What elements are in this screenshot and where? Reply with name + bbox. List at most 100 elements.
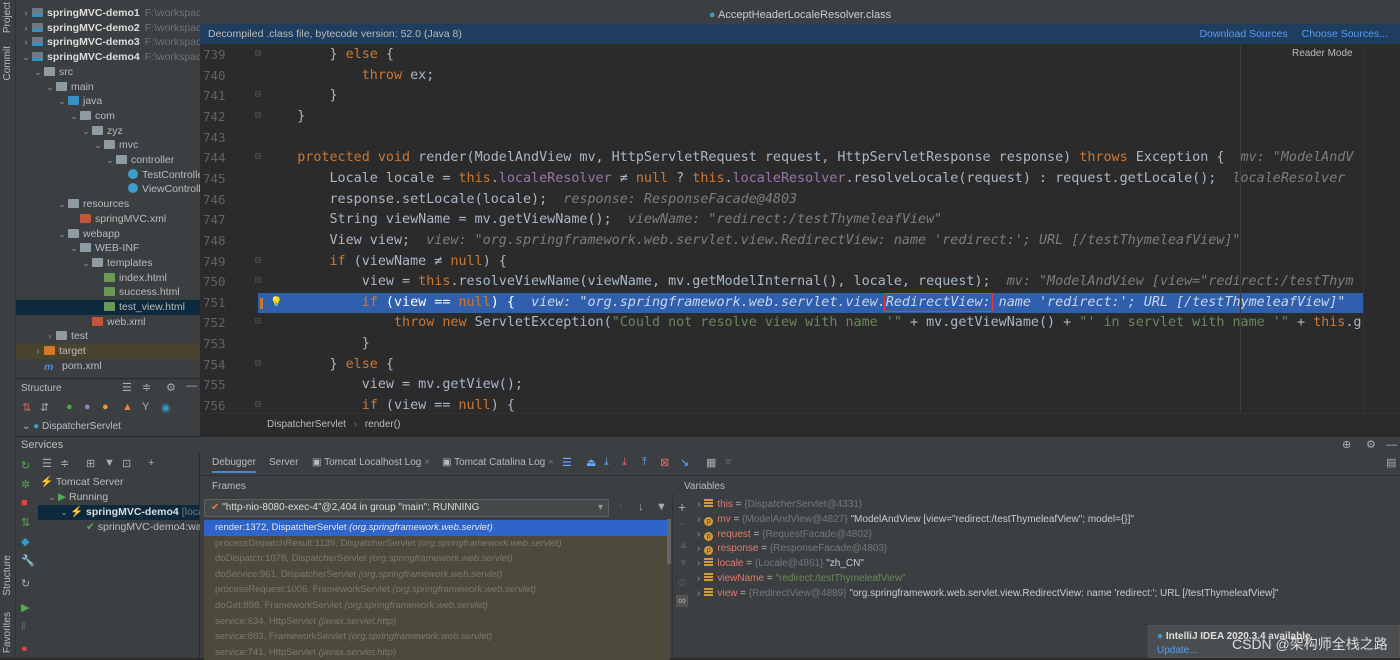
chevron-icon[interactable]: ⌄ [44,80,56,95]
layout-icon[interactable]: ▤ [1386,456,1396,469]
stop-icon[interactable]: ■ [21,497,28,509]
chevron-icon[interactable]: › [20,35,32,50]
step-out-icon[interactable]: ⤒ [642,456,647,469]
stack-frame[interactable]: processRequest:1006, FrameworkServlet (o… [204,582,670,598]
tree-item[interactable]: ⌄ com [16,109,200,124]
breadcrumb-method[interactable]: render() [365,419,401,430]
services-tree[interactable]: ☰ ≑ ⊞ ▼ ⊡ + ⚡ Tomcat Server ⌄ ▶ Running ⌄… [38,453,251,658]
commit-tool-button[interactable]: Commit [2,46,13,80]
chevron-right-icon[interactable]: › [697,558,700,569]
stack-frame[interactable]: doDispatch:1078, DispatcherServlet (org.… [204,551,670,567]
minimize-icon[interactable]: — [1386,437,1397,454]
tree-item[interactable]: ⌄ src [16,65,200,80]
breadcrumb-class[interactable]: DispatcherServlet [267,419,346,430]
move-up-icon[interactable]: ▲ [678,539,689,551]
chevron-right-icon[interactable]: › [697,499,700,510]
line-number[interactable]: 753 [203,334,229,355]
move-down-icon[interactable]: ▼ [678,557,689,569]
chevron-right-icon[interactable]: › [697,529,700,540]
line-number[interactable]: 750 [203,272,229,293]
sort-alpha-icon[interactable]: ⇵ [40,401,49,414]
chevron-icon[interactable]: ⌄ [80,256,92,271]
tree-item[interactable]: index.html [16,271,200,286]
fields-icon[interactable]: ● [102,401,109,413]
chevron-icon[interactable]: › [44,329,56,344]
next-frame-icon[interactable]: ↓ [638,501,644,513]
stack-frame[interactable]: render:1372, DispatcherServlet (org.spri… [204,520,670,536]
line-number[interactable]: 751 [203,293,229,314]
tree-item[interactable]: ⌄ resources [16,197,200,212]
tree-item[interactable]: ViewController [16,182,200,197]
close-icon[interactable]: × [424,457,430,468]
drop-frame-icon[interactable]: ⊠ [660,456,669,469]
fold-icon[interactable]: ⊟ [255,275,261,286]
variable-row[interactable]: › p response = {ResponseFacade@4803} [697,541,887,556]
line-number[interactable]: 746 [203,190,229,211]
breakpoints-icon[interactable]: ● [21,643,28,655]
deploy-icon[interactable]: ⇅ [21,516,30,529]
gear-icon[interactable]: ⚙ [1366,437,1376,454]
debug-icon[interactable]: ✲ [21,478,30,491]
stack-frame[interactable]: doService:961, DispatcherServlet (org.sp… [204,566,670,583]
tree-item[interactable]: ⌄ java [16,94,200,109]
anonymous-icon[interactable]: ◉ [161,401,171,414]
chevron-icon[interactable]: › [32,344,44,359]
tree-item[interactable]: ⌄ mvc [16,138,200,153]
tree-item[interactable]: m pom.xml [16,359,200,374]
line-number[interactable]: 741 [203,86,229,107]
line-number[interactable]: 739 [203,45,229,66]
prev-frame-icon[interactable]: ↑ [618,501,624,513]
close-icon[interactable]: × [548,457,554,468]
chevron-icon[interactable]: ⌄ [68,109,80,124]
structure-tool-button[interactable]: Structure [2,555,13,596]
chevron-icon[interactable]: ⌄ [68,241,80,256]
chevron-icon[interactable]: › [20,6,32,21]
new-tab-icon[interactable]: ⊡ [122,457,131,470]
fold-icon[interactable]: ⊟ [255,151,261,162]
structure-root[interactable]: ⌄ ● DispatcherServlet [22,421,121,432]
minimize-icon[interactable]: — [186,380,197,392]
chevron-icon[interactable]: ⌄ [20,50,32,65]
gear-icon[interactable]: ⚙ [166,381,176,394]
pause-icon[interactable]: ‖ [21,621,26,633]
menu-icon[interactable]: ☰ [562,456,572,469]
chevron-icon[interactable]: ⌄ [56,94,68,109]
tree-item[interactable]: ⌄ webapp [16,227,200,242]
project-tool-button[interactable]: Project [2,2,13,33]
inherited-icon[interactable]: ● [66,401,73,413]
chevron-right-icon[interactable]: › [697,543,700,554]
variable-row[interactable]: › p request = {RequestFacade@4802} [697,527,872,542]
fold-icon[interactable]: ⊟ [255,399,261,410]
fold-icon[interactable]: ⊟ [255,48,261,59]
stack-frame[interactable]: service:883, FrameworkServlet (org.sprin… [204,629,670,645]
fold-icon[interactable]: ⊟ [255,255,261,266]
services-item-running[interactable]: ⌄ ▶ Running [38,490,199,505]
copy-icon[interactable]: ⧉ [678,577,686,590]
line-number[interactable]: 742 [203,107,229,128]
non-public-icon[interactable]: ▲ [122,401,133,413]
breakpoint-icon[interactable] [260,297,263,309]
run-to-cursor-icon[interactable]: ↘ [680,456,689,469]
chevron-icon[interactable]: ⌄ [104,153,116,168]
expand-all-icon[interactable]: ☰ [42,457,52,470]
filter-icon[interactable]: ▼ [104,457,115,469]
line-number[interactable]: 756 [203,396,229,413]
collapse-all-icon[interactable]: ≑ [142,381,151,394]
line-number[interactable]: 755 [203,375,229,396]
line-number[interactable]: 747 [203,210,229,231]
watches-toggle-icon[interactable]: ∞ [676,595,688,607]
expand-all-icon[interactable]: ☰ [122,381,132,394]
tree-item[interactable]: test_view.html [16,300,200,315]
chevron-icon[interactable]: ⌄ [80,124,92,139]
tree-item[interactable]: › springMVC-demo1 F:\workspace\ [16,6,201,21]
choose-sources-link[interactable]: Choose Sources... [1302,28,1388,40]
line-number[interactable]: 744 [203,148,229,169]
tree-item[interactable]: ⌄ templates [16,256,200,271]
frames-scrollbar[interactable] [667,519,671,564]
fold-icon[interactable]: ⊟ [255,316,261,327]
tree-item[interactable]: ⌄ springMVC-demo4 F:\workspace\ [16,50,200,65]
globe-icon[interactable]: ⊕ [1342,437,1351,454]
thread-selector[interactable]: ✔ "http-nio-8080-exec-4"@2,404 in group … [204,499,609,517]
fold-icon[interactable]: ⊟ [255,110,261,121]
code-editor[interactable]: 739 } else {740 throw ex; 741 } 742 } 743 74… [200,45,1363,413]
